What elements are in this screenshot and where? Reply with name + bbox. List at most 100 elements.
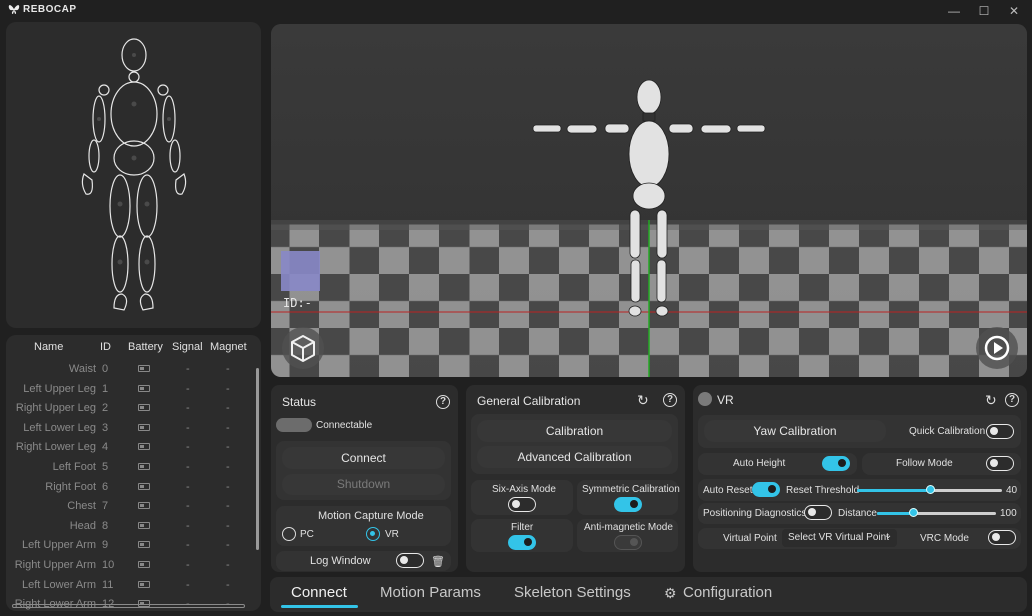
tab-connect[interactable]: Connect — [291, 584, 347, 601]
general-refresh-icon[interactable]: ↻ — [637, 393, 649, 407]
quick-calibration-toggle[interactable] — [986, 424, 1014, 439]
gear-icon: ⚙ — [664, 585, 677, 601]
filter-label: Filter — [511, 522, 534, 533]
tab-skeleton-settings[interactable]: Skeleton Settings — [514, 584, 631, 601]
trash-icon[interactable]: 🗑 — [431, 555, 445, 568]
row-signal: - — [186, 441, 190, 454]
shutdown-button[interactable]: Shutdown — [282, 474, 445, 495]
distance-knob[interactable] — [908, 508, 918, 517]
reset-threshold-label: Reset Threshold — [786, 485, 860, 496]
virtual-point-select[interactable]: Select VR Virtual Point ⌄ — [782, 529, 897, 547]
status-help-icon[interactable]: ? — [436, 395, 450, 409]
battery-icon — [138, 365, 150, 372]
3d-viewport[interactable] — [271, 24, 1027, 377]
view-cube-button[interactable] — [282, 327, 324, 369]
row-signal: - — [186, 421, 190, 434]
row-name: Chest — [67, 500, 96, 513]
row-name: Head — [69, 519, 96, 532]
connect-button[interactable]: Connect — [282, 447, 445, 469]
auto-height-toggle[interactable] — [822, 456, 850, 471]
table-row[interactable]: Right Foot 6 - - — [6, 479, 246, 498]
battery-icon — [138, 502, 150, 510]
row-magnet: - — [226, 500, 230, 513]
table-row[interactable]: Right Upper Leg 2 - - — [6, 400, 246, 419]
mode-pc-label: PC — [300, 529, 314, 540]
vr-refresh-icon[interactable]: ↻ — [985, 393, 997, 407]
col-header-battery: Battery — [128, 341, 163, 353]
table-row[interactable]: Left Upper Leg 1 - - — [6, 381, 246, 400]
table-row[interactable]: Right Upper Arm 10 - - — [6, 557, 246, 576]
symmetric-label: Symmetric Calibration — [582, 484, 680, 495]
symmetric-toggle[interactable] — [614, 497, 642, 512]
reset-threshold-knob[interactable] — [925, 485, 935, 494]
app-name: REBOCAP — [23, 4, 77, 15]
table-row[interactable]: Left Foot 5 - - — [6, 459, 246, 478]
auto-height-label: Auto Height — [733, 458, 786, 469]
tab-motion-params[interactable]: Motion Params — [380, 584, 481, 601]
app-logo: REBOCAP — [8, 4, 77, 15]
six-axis-label: Six-Axis Mode — [492, 484, 556, 495]
six-axis-toggle[interactable] — [508, 497, 536, 512]
vrc-mode-label: VRC Mode — [920, 533, 969, 544]
tab-configuration[interactable]: Configuration — [683, 584, 772, 601]
filter-toggle[interactable] — [508, 535, 536, 550]
vr-help-icon[interactable]: ? — [1005, 393, 1019, 407]
list-horizontal-scrollbar[interactable] — [12, 604, 245, 608]
sensor-id-label: ID:- — [283, 296, 312, 310]
anti-magnetic-toggle[interactable] — [614, 535, 642, 550]
col-header-name: Name — [34, 341, 64, 353]
table-row[interactable]: Chest 7 - - — [6, 498, 246, 517]
mode-pc-radio[interactable] — [282, 527, 296, 541]
table-row[interactable]: Head 8 - - — [6, 518, 246, 537]
auto-reset-toggle[interactable] — [752, 482, 780, 497]
auto-reset-label: Auto Reset — [703, 485, 753, 496]
row-name: Left Lower Arm — [22, 578, 96, 591]
table-row[interactable]: Left Lower Leg 3 - - — [6, 420, 246, 439]
row-signal: - — [186, 559, 190, 571]
row-signal: - — [186, 539, 190, 552]
battery-icon — [138, 404, 150, 412]
positioning-label: Positioning Diagnostics — [703, 508, 807, 519]
virtual-point-select-value: Select VR Virtual Point — [788, 532, 889, 543]
table-row[interactable]: Waist 0 - - — [6, 361, 246, 380]
connectable-indicator — [276, 418, 312, 432]
connectable-label: Connectable — [316, 420, 373, 431]
sensor-placeholder-swatch — [281, 251, 320, 291]
row-id: 10 — [102, 559, 115, 571]
body-outline-icon — [81, 38, 187, 311]
close-button[interactable]: ✕ — [1006, 3, 1022, 19]
row-signal: - — [186, 461, 190, 473]
play-icon — [984, 335, 1010, 361]
table-row[interactable]: Left Lower Arm 11 - - — [6, 577, 246, 596]
general-help-icon[interactable]: ? — [663, 393, 677, 407]
mode-vr-label: VR — [385, 529, 399, 540]
row-name: Left Foot — [52, 461, 96, 473]
follow-mode-toggle[interactable] — [986, 456, 1014, 471]
sensor-body-map — [6, 22, 261, 328]
active-tab-indicator — [281, 605, 358, 608]
calibration-button[interactable]: Calibration — [477, 420, 672, 442]
play-button[interactable] — [976, 327, 1018, 369]
distance-slider[interactable] — [877, 512, 996, 515]
battery-icon — [138, 384, 150, 392]
log-window-toggle[interactable] — [396, 553, 424, 568]
vrc-mode-toggle[interactable] — [988, 530, 1016, 545]
anti-magnetic-label: Anti-magnetic Mode — [584, 522, 673, 533]
yaw-calibration-button[interactable]: Yaw Calibration — [704, 420, 886, 442]
table-row[interactable]: Left Upper Arm 9 - - — [6, 537, 246, 556]
battery-icon — [138, 463, 150, 470]
mode-vr-radio[interactable] — [366, 527, 380, 541]
row-id: 8 — [102, 519, 109, 532]
advanced-calibration-button[interactable]: Advanced Calibration — [477, 446, 672, 468]
positioning-toggle[interactable] — [804, 505, 832, 520]
reset-threshold-value: 40 — [1006, 485, 1018, 496]
row-magnet: - — [226, 421, 230, 434]
row-signal: - — [186, 363, 190, 375]
row-id: 2 — [102, 402, 109, 415]
row-name: Right Upper Arm — [14, 559, 96, 571]
minimize-button[interactable]: — — [946, 3, 962, 19]
table-row[interactable]: Right Lower Leg 4 - - — [6, 439, 246, 458]
row-signal: - — [186, 402, 190, 415]
maximize-button[interactable]: ☐ — [976, 3, 992, 19]
list-vertical-scrollbar[interactable] — [256, 368, 259, 550]
